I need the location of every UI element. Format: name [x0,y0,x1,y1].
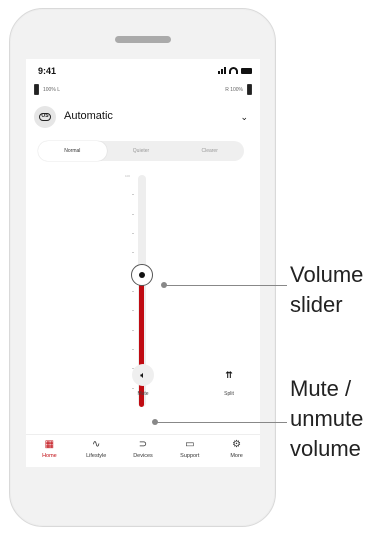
volume-tick [132,252,134,254]
home-grid-icon: ▦ [44,439,55,450]
app-screen: 9:41 100% L R 100% OS Automatic ⌄ Normal… [26,59,260,467]
right-aid-battery-icon [247,84,252,95]
sound-mode-segmented-control: Normal Quieter Clearer [38,141,244,161]
volume-tick [132,387,134,389]
mode-normal[interactable]: Normal [38,141,107,161]
mute-callout-text: Mute / unmute volume [290,376,364,461]
wifi-icon [229,67,238,74]
hearing-aid-icon: ⊃ [138,439,148,450]
chevron-down-icon[interactable]: ⌄ [240,112,248,123]
status-icons [218,67,252,74]
left-aid-battery-text: 100% L [43,87,60,93]
volume-tick [132,213,134,215]
tab-devices[interactable]: ⊃ Devices [120,435,167,467]
tab-home[interactable]: ▦ Home [26,435,73,467]
tab-label: Lifestyle [86,453,107,459]
tab-label: Support [180,453,200,459]
signal-icon [218,67,226,74]
tab-support[interactable]: ▭ Support [166,435,213,467]
knob-center-dot [139,271,145,278]
tab-label: More [230,453,243,459]
mute-button[interactable]: 🔈︎ [132,364,154,386]
bottom-tab-bar: ▦ Home ∿ Lifestyle ⊃ Devices ▭ Support ⚙ More [26,434,260,467]
tab-label: Home [42,453,57,459]
volume-callout-line [164,285,287,286]
phone-speaker [115,36,171,43]
volume-tick [132,310,134,312]
volume-slider-knob[interactable] [131,263,153,286]
mode-quieter[interactable]: Quieter [107,141,176,161]
tab-lifestyle[interactable]: ∿ Lifestyle [73,435,120,467]
volume-tick [132,291,134,292]
gear-icon: ⚙ [232,439,242,450]
split-button[interactable]: ⇈ [218,364,240,386]
speaker-icon: 🔈︎ [140,369,146,380]
volume-tick [132,329,134,331]
mute-label: Mute [137,391,149,397]
tab-label: Devices [133,453,153,459]
volume-tick [132,194,134,196]
status-time: 9:41 [38,66,57,76]
program-name: Automatic [64,110,113,122]
split-label: Split [224,391,234,397]
chat-icon: ▭ [185,439,195,450]
program-os-icon: OS [34,106,56,128]
battery-icon [241,68,252,74]
volume-slider-fill [139,274,144,407]
activity-icon: ∿ [92,439,101,450]
status-bar: 9:41 [34,66,252,78]
hearing-aid-battery-row: 100% L R 100% [34,83,252,97]
volume-tick [132,233,134,234]
volume-max-label: 100 [125,174,131,178]
mode-clearer[interactable]: Clearer [175,141,244,161]
volume-tick [132,349,134,350]
program-selector[interactable]: OS Automatic ⌄ [34,106,252,128]
mute-callout-line [155,422,287,423]
volume-callout-text: Volume slider [290,262,364,317]
left-aid-battery-icon [34,84,39,95]
tab-more[interactable]: ⚙ More [213,435,260,467]
split-arrows-icon: ⇈ [225,369,233,380]
right-aid-battery-text: R 100% [225,87,243,93]
